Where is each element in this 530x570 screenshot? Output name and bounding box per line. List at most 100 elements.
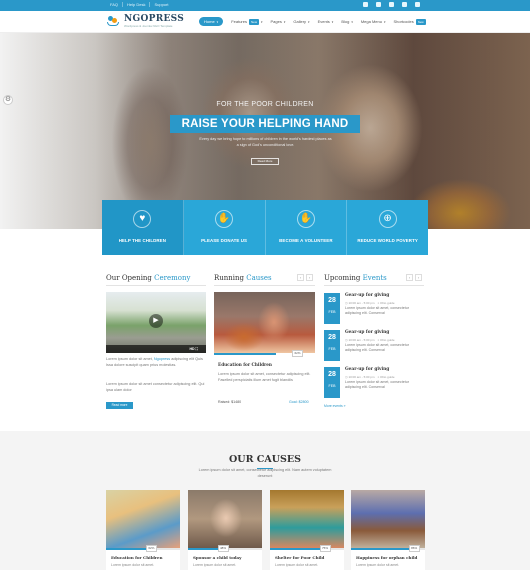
google-plus-icon[interactable] [389, 2, 394, 7]
cause-title[interactable]: Education for Children [111, 555, 163, 560]
main-nav: Home ▾ Features New ▾ Pages ▾ Gallery ▾ Event… [199, 17, 426, 26]
running-causes-title: Running Causes [214, 274, 272, 282]
top-link-faq[interactable]: FAQ [106, 2, 124, 7]
nav-item-gallery[interactable]: Gallery ▾ [293, 19, 309, 24]
feature-boxes: ♥ HELP THE CHILDREN ✋ PLEASE DONATE US ✋… [102, 200, 428, 255]
nav-item-home[interactable]: Home ▾ [199, 17, 224, 26]
feature-donate[interactable]: ✋ PLEASE DONATE US [183, 200, 266, 255]
nav-item-blog[interactable]: Blog ▾ [341, 19, 353, 24]
event-date: 28 FEB [324, 330, 340, 361]
top-link-help-desk[interactable]: Help Desk [123, 2, 151, 7]
cause-text: Lorem ipsum dolor sit amet. [111, 563, 155, 567]
nav-item-shortcodes[interactable]: Shortcodes New [393, 18, 426, 25]
nav-item-features[interactable]: Features New ▾ [231, 18, 263, 25]
site-header: NGOPRESS Wordpress & Joomla NGO Template… [0, 11, 530, 33]
causes-arrows: ‹ › [297, 274, 313, 281]
cause-percent: 75% [319, 545, 331, 552]
ceremony-video[interactable]: ▶ HD ⛶ [106, 292, 206, 353]
feature-volunteer[interactable]: ✋ BECOME A VOLUNTEER [265, 200, 348, 255]
cause-progress [351, 548, 415, 550]
cause-card[interactable]: 48% Sponsor a child today Lorem ipsum do… [188, 490, 262, 570]
goal-amount: Goal: $2800 [289, 400, 309, 404]
logo-icon [106, 14, 120, 28]
next-arrow-icon[interactable]: › [306, 274, 313, 281]
play-icon[interactable]: ▶ [149, 314, 163, 328]
event-item[interactable]: 28 FEB Gear-up for giving ◷ 10:00 am - 5:… [324, 367, 424, 402]
event-text: Lorem ipsum dolor sit amet, consectetur … [345, 306, 409, 315]
heart-hand-icon: ♥ [133, 210, 152, 228]
next-arrow-icon[interactable]: › [415, 274, 422, 281]
raised-amount: Raised: $1480 [218, 400, 242, 404]
donate-icon: ✋ [215, 210, 234, 228]
hand-icon: ✋ [296, 210, 315, 228]
event-item[interactable]: 28 FEB Gear-up for giving ◷ 10:00 am - 5:… [324, 293, 424, 328]
event-title[interactable]: Gear-up for giving [345, 330, 389, 335]
cause-image[interactable] [188, 490, 262, 548]
hd-icon[interactable]: HD ⛶ [190, 347, 198, 351]
nav-item-mega-menu[interactable]: Mega Menu ▾ [361, 19, 386, 24]
globe-hand-icon: ⊕ [378, 210, 397, 228]
cause-image[interactable] [351, 490, 425, 548]
hero-title: RAISE YOUR HELPING HAND [170, 115, 360, 133]
event-text: Lorem ipsum dolor sit amet, consectetur … [345, 380, 409, 389]
running-cause-percent: 62% [292, 350, 303, 357]
youtube-icon[interactable] [402, 2, 407, 7]
cause-percent: 86% [408, 545, 420, 552]
new-badge: New [415, 18, 426, 25]
cause-image[interactable] [106, 490, 180, 548]
twitter-icon[interactable] [376, 2, 381, 7]
prev-arrow-icon[interactable]: ‹ [297, 274, 304, 281]
video-controls[interactable]: HD ⛶ [106, 345, 206, 353]
cause-percent: 48% [217, 545, 229, 552]
running-cause-text: Lorem ipsum dolor sit amet, consectetur … [218, 372, 311, 382]
ceremony-title: Our Opening Ceremony [106, 274, 191, 282]
cause-text: Lorem ipsum dolor sit amet. [356, 563, 400, 567]
event-date: 28 FEB [324, 293, 340, 324]
nav-item-events[interactable]: Events ▾ [318, 19, 334, 24]
events-arrows: ‹ › [406, 274, 422, 281]
running-cause-title[interactable]: Education for Children [218, 362, 272, 367]
our-causes-text: Lorem ipsum dolor sit amet, consectetur … [198, 468, 332, 478]
hero-read-more-button[interactable]: Read More [251, 158, 279, 165]
running-cause-image[interactable] [214, 292, 315, 353]
events-title: Upcoming Events [324, 274, 387, 282]
linkedin-icon[interactable] [415, 2, 420, 7]
event-item[interactable]: 28 FEB Gear-up for giving ◷ 10:00 am - 5:… [324, 330, 424, 365]
cause-card[interactable]: 86% Happiness for orphan child Lorem ips… [351, 490, 425, 570]
logo-name: NGOPRESS [124, 13, 185, 24]
top-links: FAQ Help Desk Support [106, 2, 172, 7]
facebook-icon[interactable] [363, 2, 368, 7]
cause-title[interactable]: Sponsor a child today [193, 555, 241, 560]
running-cause-progress [214, 353, 276, 355]
event-date: 28 FEB [324, 367, 340, 398]
our-causes-section: OUR CAUSES Lorem ipsum dolor sit amet, c… [0, 431, 530, 570]
cause-percent: 62% [145, 545, 157, 552]
event-title[interactable]: Gear-up for giving [345, 367, 389, 372]
feature-poverty[interactable]: ⊕ REDUCE WORLD POVERTY [347, 200, 428, 255]
top-link-support[interactable]: Support [150, 2, 172, 7]
event-meta: ◷ 10:00 am - 5:00 pm ⌖ Ohio guide [345, 375, 395, 379]
cause-image[interactable] [270, 490, 344, 548]
ceremony-read-more-button[interactable]: Read more [106, 402, 133, 409]
cause-title[interactable]: Happiness for orphan child [356, 555, 417, 560]
feature-help-children[interactable]: ♥ HELP THE CHILDREN [102, 200, 184, 255]
more-events-link[interactable]: More events » [324, 404, 346, 408]
event-title[interactable]: Gear-up for giving [345, 293, 389, 298]
nav-item-pages[interactable]: Pages ▾ [271, 19, 286, 24]
hero-description: Every day we bring hope to millions of c… [199, 137, 332, 147]
cause-card[interactable]: 75% Shelter for Poor Child Lorem ipsum d… [270, 490, 344, 570]
cause-text: Lorem ipsum dolor sit amet. [193, 563, 237, 567]
event-text: Lorem ipsum dolor sit amet, consectetur … [345, 343, 409, 352]
cause-progress [270, 548, 326, 550]
new-badge: New [248, 18, 259, 25]
logo-tagline: Wordpress & Joomla NGO Template [124, 23, 173, 28]
hero-subtitle: FOR THE POOR CHILDREN [216, 101, 314, 108]
cause-card[interactable]: 62% Education for Children Lorem ipsum d… [106, 490, 180, 570]
prev-arrow-icon[interactable]: ‹ [406, 274, 413, 281]
logo[interactable]: NGOPRESS Wordpress & Joomla NGO Template [106, 14, 184, 28]
ceremony-text-1: Lorem ipsum dolor sit amet, Ngopress adi… [106, 357, 203, 367]
our-causes-heading: OUR CAUSES [229, 454, 301, 465]
ceremony-text-2: Lorem ipsum dolor sit amet consectetur a… [106, 382, 205, 392]
social-links [363, 2, 420, 7]
cause-title[interactable]: Shelter for Poor Child [275, 555, 324, 560]
